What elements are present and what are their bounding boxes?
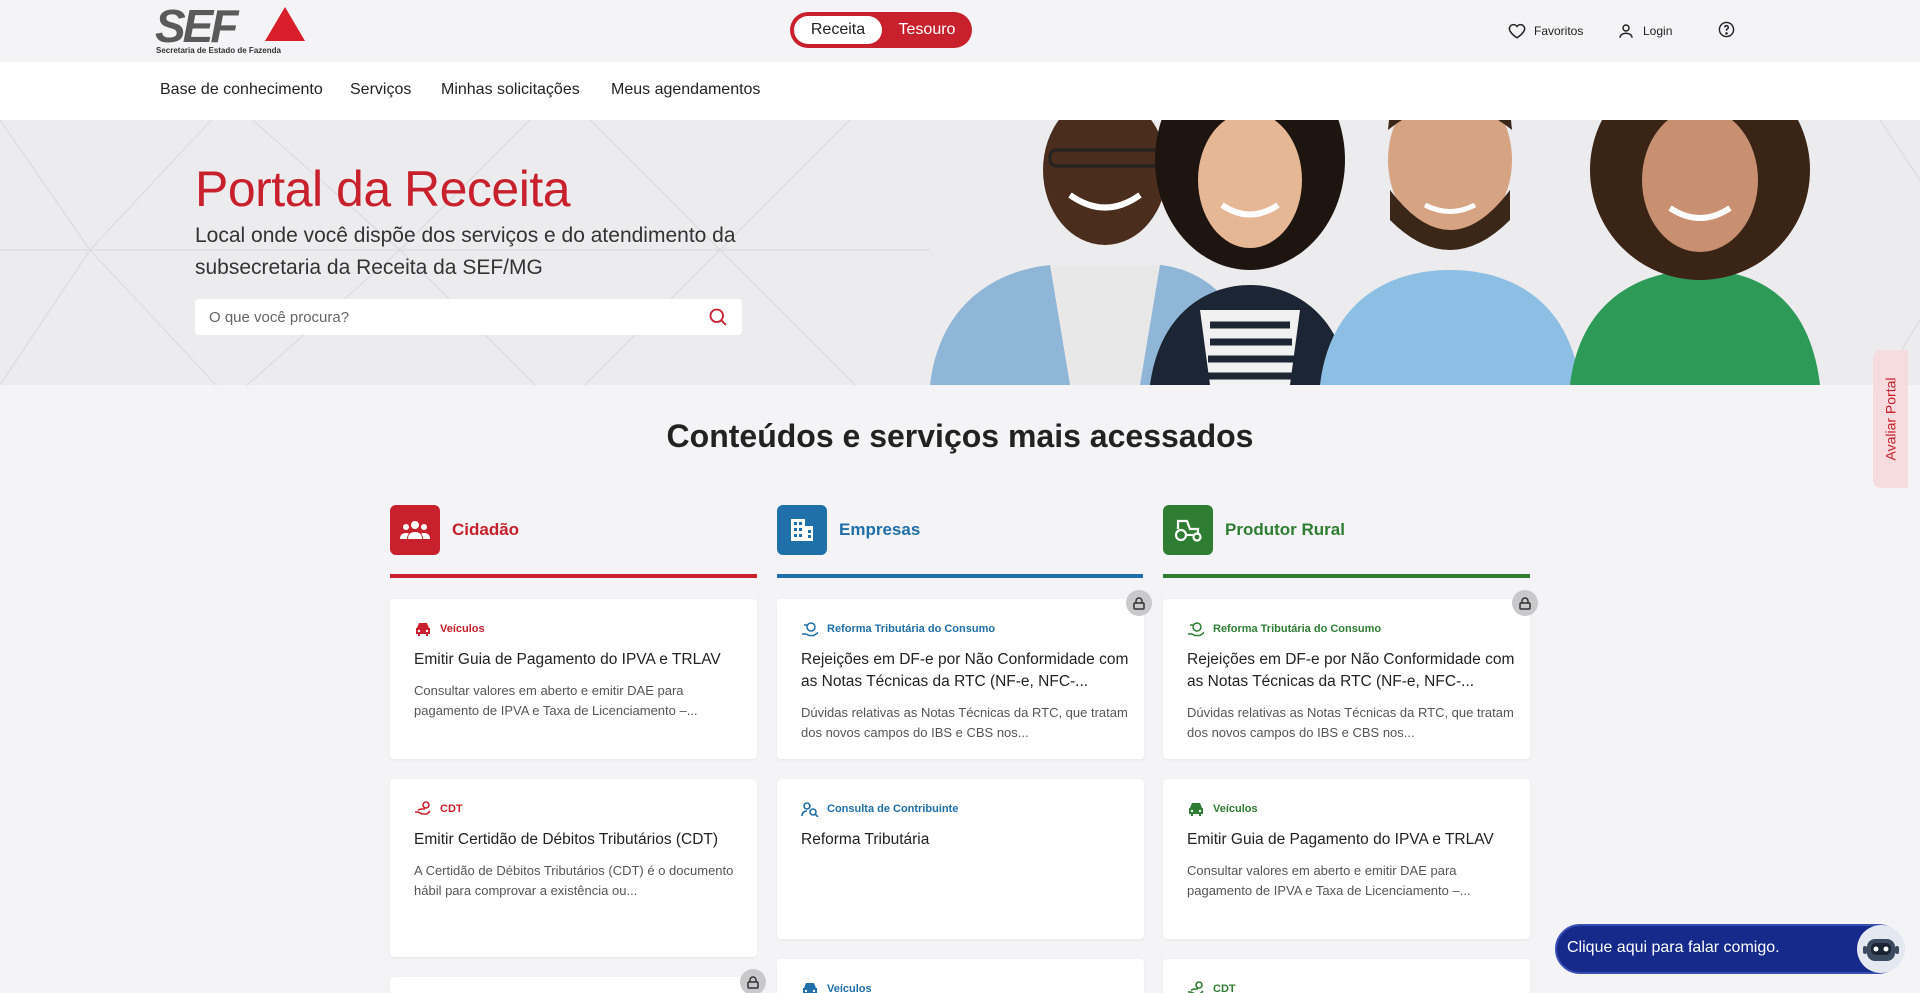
card-title: Reforma Tributária — [801, 831, 930, 848]
card-title: Emitir Guia de Pagamento do IPVA e TRLAV — [414, 651, 721, 668]
card-category-label: Reforma Tributária do Consumo — [1213, 623, 1382, 635]
hero-subtitle: Local onde você dispõe dos serviços e do… — [195, 224, 736, 279]
card-category: CDT — [1187, 981, 1236, 993]
car-icon — [803, 983, 817, 993]
service-card[interactable]: Veículos Emitir Guia de Pagamento do IPV… — [1163, 779, 1530, 939]
card-description: Dúvidas relativas as Notas Técnicas da R… — [1187, 705, 1514, 740]
user-icon — [1617, 22, 1635, 40]
card-category-label: Veículos — [440, 623, 485, 635]
category-underline — [390, 574, 757, 578]
nav-servicos[interactable]: Serviços — [350, 81, 411, 99]
service-card[interactable]: CDT — [1163, 959, 1530, 993]
search-input[interactable] — [195, 299, 695, 335]
top-bar: SEF Secretaria de Estado de Fazenda Rece… — [0, 0, 1920, 62]
heart-icon — [1508, 22, 1526, 40]
favorites-label: Favoritos — [1534, 24, 1584, 38]
hero-banner: Portal da Receita Local onde você dispõe… — [0, 120, 1920, 385]
card-title: Rejeições em DF-e por Não Conformidade c… — [1187, 651, 1515, 690]
service-card[interactable]: Reforma Tributária do Consumo Rejeições … — [777, 599, 1144, 759]
search-icon[interactable] — [708, 307, 728, 327]
hand-coin-icon — [415, 801, 431, 815]
hand-coin-icon — [1188, 981, 1204, 993]
car-icon — [1189, 803, 1203, 816]
category-underline — [1163, 574, 1530, 578]
toggle-receita[interactable]: Receita — [794, 16, 882, 44]
category-empresas[interactable]: Empresas — [777, 505, 920, 555]
category-label: Produtor Rural — [1225, 520, 1345, 539]
card-category: Veículos — [1187, 801, 1258, 817]
nav-meus-agendamentos[interactable]: Meus agendamentos — [611, 81, 760, 99]
tax-reform-icon — [1188, 622, 1205, 637]
category-label: Cidadão — [452, 520, 520, 539]
nav-base-de-conhecimento[interactable]: Base de conhecimento — [160, 81, 323, 99]
card-category: Reforma Tributária do Consumo — [801, 621, 995, 637]
logo-triangle — [265, 7, 305, 41]
logo-text: SEF — [155, 0, 238, 52]
category-label: Empresas — [839, 520, 921, 539]
lock-icon — [1126, 590, 1152, 616]
favorites-link[interactable]: Favoritos — [1508, 22, 1583, 40]
nav-minhas-solicitacoes[interactable]: Minhas solicitações — [441, 81, 580, 99]
building-icon — [777, 505, 827, 555]
card-category-label: Reforma Tributária do Consumo — [827, 623, 996, 635]
card-category: Veículos — [801, 981, 872, 993]
sef-logo[interactable]: SEF Secretaria de Estado de Fazenda — [155, 0, 307, 56]
car-icon — [416, 623, 430, 636]
tax-reform-icon — [802, 622, 819, 637]
card-description: Consultar valores em aberto e emitir DAE… — [1187, 863, 1471, 898]
search-box — [195, 299, 742, 335]
service-card[interactable]: Consulta de Contribuinte Reforma Tributá… — [777, 779, 1144, 939]
category-cidadao[interactable]: Cidadão — [390, 505, 519, 555]
service-card[interactable] — [390, 977, 757, 993]
login-link[interactable]: Login — [1617, 22, 1672, 40]
service-card[interactable]: Veículos — [777, 959, 1144, 993]
card-title: Emitir Guia de Pagamento do IPVA e TRLAV — [1187, 831, 1494, 848]
card-category-label: CDT — [1213, 983, 1236, 993]
card-category-label: Consulta de Contribuinte — [827, 803, 959, 815]
help-icon — [1718, 21, 1735, 38]
hero-photo — [930, 120, 1820, 385]
service-card[interactable]: Reforma Tributária do Consumo Rejeições … — [1163, 599, 1530, 759]
people-icon — [390, 505, 440, 555]
service-card[interactable]: CDT Emitir Certidão de Débitos Tributári… — [390, 779, 757, 957]
card-category-label: Veículos — [827, 983, 872, 993]
card-category-label: CDT — [440, 803, 463, 815]
user-search-icon — [801, 802, 819, 817]
toggle-tesouro[interactable]: Tesouro — [886, 16, 968, 44]
page-title: Portal da Receita — [195, 161, 571, 217]
card-title: Emitir Certidão de Débitos Tributários (… — [414, 831, 719, 848]
section-title: Conteúdos e serviços mais acessados — [666, 418, 1254, 454]
category-produtor-rural[interactable]: Produtor Rural — [1163, 505, 1345, 555]
category-underline — [777, 574, 1143, 578]
login-label: Login — [1643, 24, 1673, 38]
main-nav: Base de conhecimento Serviços Minhas sol… — [0, 62, 1920, 120]
card-category-label: Veículos — [1213, 803, 1258, 815]
logo-subtitle: Secretaria de Estado de Fazenda — [156, 46, 281, 55]
chatbot-label: Clique aqui para falar comigo. — [1567, 939, 1780, 956]
tractor-icon — [1163, 505, 1213, 555]
portal-toggle[interactable]: Receita Tesouro — [790, 12, 972, 48]
lock-icon — [740, 969, 766, 993]
robot-icon — [1857, 925, 1905, 973]
card-title: Rejeições em DF-e por Não Conformidade c… — [801, 651, 1129, 690]
card-category: CDT — [414, 801, 463, 817]
help-button[interactable] — [1718, 21, 1735, 38]
card-description: Consultar valores em aberto e emitir DAE… — [414, 683, 698, 718]
card-category: Reforma Tributária do Consumo — [1187, 621, 1381, 637]
service-card[interactable]: Veículos Emitir Guia de Pagamento do IPV… — [390, 599, 757, 759]
card-category: Veículos — [414, 621, 485, 637]
card-category: Consulta de Contribuinte — [801, 801, 958, 817]
card-description: Dúvidas relativas as Notas Técnicas da R… — [801, 705, 1128, 740]
chatbot-button[interactable]: Clique aqui para falar comigo. — [1555, 924, 1905, 974]
lock-icon — [1512, 590, 1538, 616]
card-description: A Certidão de Débitos Tributários (CDT) … — [414, 863, 734, 898]
